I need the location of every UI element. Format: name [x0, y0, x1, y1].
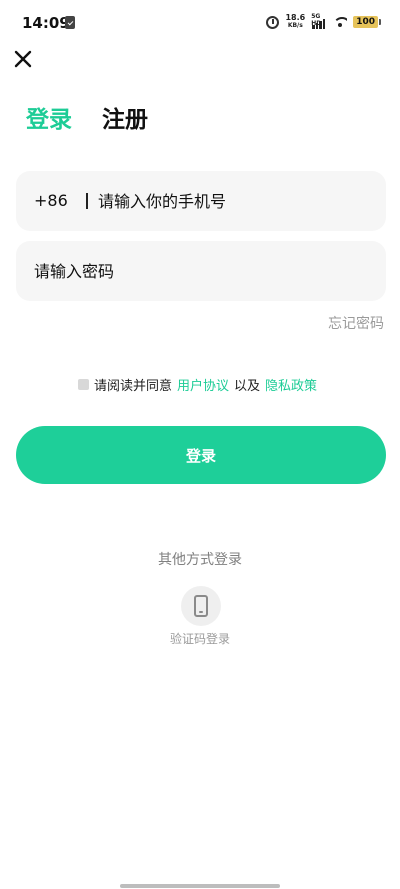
tab-register[interactable]: 注册: [102, 100, 148, 134]
battery-icon: 100: [353, 16, 381, 28]
net-speed: 18.6 KB/s: [285, 14, 305, 30]
status-bar: 14:09 18.6 KB/s 5G HD 100: [0, 0, 400, 46]
agreement-row: 请阅读并同意 用户协议 以及 隐私政策: [78, 375, 317, 394]
notification-icon: [65, 16, 75, 29]
home-indicator[interactable]: [120, 884, 280, 888]
password-field[interactable]: 请输入密码: [16, 241, 386, 301]
phone-input[interactable]: 请输入你的手机号: [98, 188, 226, 212]
status-time: 14:09: [22, 14, 70, 32]
alarm-icon: [266, 15, 280, 29]
net-speed-unit: KB/s: [287, 22, 303, 29]
agreement-checkbox[interactable]: [78, 379, 89, 390]
sms-login-button[interactable]: [181, 586, 221, 626]
agreement-connector: 以及: [234, 379, 261, 394]
country-code-selector[interactable]: +86: [34, 191, 68, 210]
other-login-title: 其他方式登录: [158, 552, 242, 568]
sms-login-label[interactable]: 验证码登录: [0, 630, 400, 647]
wifi-icon: [333, 16, 348, 28]
phone-field[interactable]: +86 请输入你的手机号: [16, 171, 386, 231]
forgot-password-link[interactable]: 忘记密码: [328, 313, 384, 333]
close-button[interactable]: [12, 48, 34, 70]
login-button[interactable]: 登录: [16, 426, 386, 484]
privacy-policy-link[interactable]: 隐私政策: [265, 375, 317, 394]
country-code-divider: [86, 193, 88, 209]
status-icons: 18.6 KB/s 5G HD 100: [266, 13, 381, 30]
agreement-prefix: 请阅读并同意: [94, 379, 173, 394]
tab-login[interactable]: 登录: [26, 100, 72, 134]
user-agreement-link[interactable]: 用户协议: [177, 375, 229, 394]
password-input[interactable]: 请输入密码: [34, 258, 114, 282]
net-speed-value: 18.6: [285, 13, 306, 22]
signal-icon: 5G HD: [311, 13, 327, 29]
close-icon: [14, 50, 32, 68]
phone-icon: [194, 595, 208, 617]
